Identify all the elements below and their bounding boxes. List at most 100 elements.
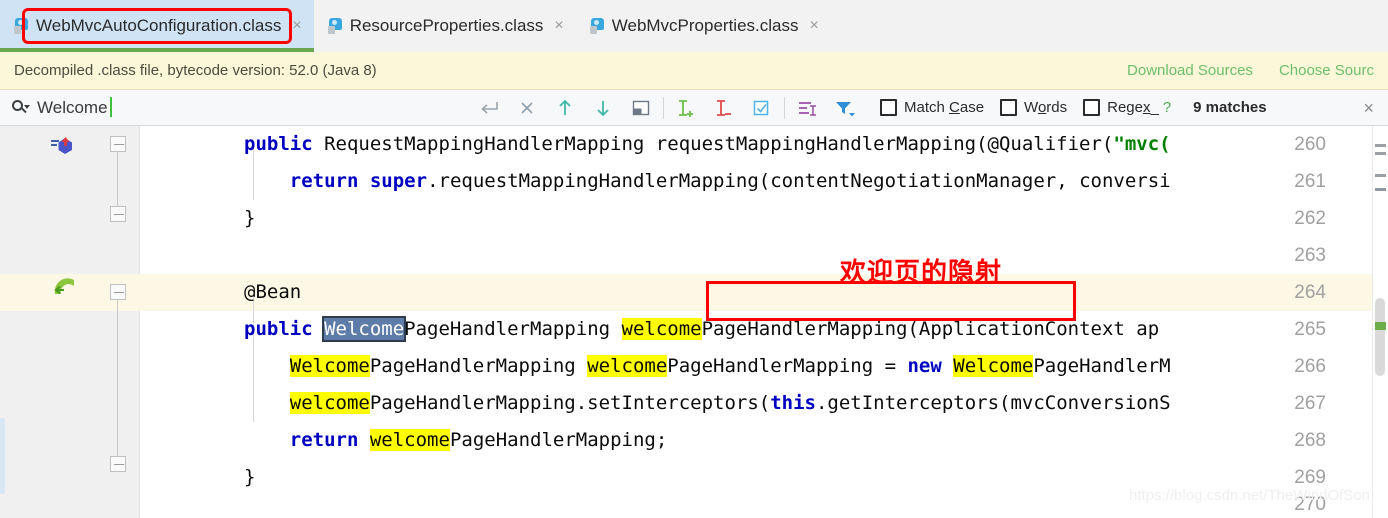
download-sources-link[interactable]: Download Sources (1127, 62, 1253, 79)
select-all-occurrences-icon[interactable] (743, 90, 781, 126)
code-line-261[interactable]: return super.requestMappingHandlerMappin… (244, 163, 1171, 200)
java-class-icon (14, 17, 29, 35)
java-class-icon (589, 17, 605, 35)
code-line-264[interactable]: @Bean (244, 274, 301, 311)
code-token: PageHandlerMapping.setInterceptors( (369, 392, 771, 414)
code-token: welcome (369, 429, 450, 451)
match-count-label: 9 matches (1193, 99, 1267, 116)
method-override-icon[interactable] (50, 134, 76, 156)
search-icon[interactable] (12, 99, 30, 116)
code-token: PageHandlerMapping; (449, 429, 668, 451)
find-previous-icon[interactable] (546, 90, 584, 126)
fold-marker-collapse[interactable] (110, 456, 126, 472)
code-line-269[interactable]: } (244, 459, 255, 496)
close-glyph (521, 101, 533, 114)
select-in-editor-icon[interactable] (622, 90, 660, 126)
code-token: PageHandlerMapping(ApplicationContext ap (701, 318, 1160, 340)
search-field-wrapper[interactable]: Welcome (0, 90, 470, 126)
stripe-marker[interactable] (1375, 144, 1386, 147)
code-line-260[interactable]: public RequestMappingHandlerMapping requ… (244, 126, 1171, 163)
tab-close-icon[interactable]: × (810, 17, 819, 35)
toolbar-separator (663, 96, 664, 119)
tab-webmvcproperties[interactable]: WebMvcProperties.class × (576, 0, 831, 52)
code-token: super (369, 170, 428, 192)
checkbox-box[interactable] (1000, 99, 1018, 116)
tab-webmvcautoconfiguration[interactable]: WebMvcAutoConfiguration.class × (0, 0, 314, 52)
editor-scrollbar-thumb[interactable] (1375, 298, 1385, 376)
clear-search-icon[interactable] (508, 90, 546, 126)
filter-icon[interactable] (826, 90, 864, 126)
code-token: Welcome (322, 316, 407, 342)
enter-glyph (481, 101, 498, 114)
stripe-marker[interactable] (1375, 188, 1386, 191)
find-in-selection-icon[interactable] (788, 90, 826, 126)
funnel-glyph (836, 101, 855, 116)
checkbox-multi-glyph (753, 100, 769, 115)
code-token: PageHandlerMapping = (667, 355, 908, 377)
code-token: .requestMappingHandlerMapping(contentNeg… (427, 170, 1171, 192)
stripe-marker[interactable] (1375, 152, 1386, 155)
find-toolbar: Welcome Match Case Words Regex_ ? 9 matc… (0, 90, 1388, 126)
search-input[interactable]: Welcome (37, 96, 112, 118)
notification-message: Decompiled .class file, bytecode version… (14, 62, 377, 79)
tab-resourceproperties[interactable]: ResourceProperties.class × (314, 0, 576, 52)
code-token: welcome (587, 355, 668, 377)
checkbox-box[interactable] (880, 99, 897, 116)
code-lines-area[interactable]: public RequestMappingHandlerMapping requ… (140, 126, 1388, 518)
code-token: Welcome (953, 355, 1034, 377)
tab-label: ResourceProperties.class (349, 16, 544, 35)
fold-line (117, 290, 118, 464)
match-case-checkbox[interactable]: Match Case (880, 99, 984, 116)
code-token: PageHandlerM (1033, 355, 1171, 377)
code-token: public (244, 318, 313, 340)
tab-close-icon[interactable]: × (554, 17, 563, 35)
fold-marker-collapse[interactable] (110, 136, 126, 152)
fold-marker-collapse[interactable] (110, 284, 126, 300)
code-line-266[interactable]: WelcomePageHandlerMapping welcomePageHan… (244, 348, 1171, 385)
code-token: } (244, 207, 256, 229)
code-editor[interactable]: 260 261 262 263 264 265 266 267 268 269 … (0, 126, 1388, 518)
enter-icon[interactable] (470, 90, 508, 126)
code-token: PageHandlerMapping (404, 318, 622, 340)
code-token: } (244, 466, 256, 488)
code-line-262[interactable]: } (244, 200, 255, 237)
spring-bean-glyph (54, 278, 74, 295)
ide-window: WebMvcAutoConfiguration.class × Resource… (0, 0, 1388, 518)
regex-checkbox[interactable]: Regex_ (1083, 99, 1159, 116)
stripe-marker-bean[interactable] (1375, 322, 1386, 330)
code-token: welcome (289, 392, 370, 414)
code-token: "mvc( (1113, 133, 1171, 155)
close-find-icon[interactable]: × (1363, 99, 1374, 117)
bean-icon[interactable] (52, 276, 76, 298)
code-token: RequestMappingHandlerMapping requestMapp… (312, 133, 1114, 155)
tab-label: WebMvcProperties.class (611, 16, 799, 35)
checkbox-box[interactable] (1083, 99, 1101, 116)
tab-label: WebMvcAutoConfiguration.class (36, 16, 282, 35)
code-line-268[interactable]: return welcomePageHandlerMapping; (244, 422, 667, 459)
code-token: return (289, 429, 359, 451)
choose-sources-link[interactable]: Choose Sourc (1279, 62, 1374, 79)
stripe-marker[interactable] (1375, 174, 1386, 177)
error-stripe-marker-strip[interactable] (1372, 126, 1388, 518)
editor-tab-bar: WebMvcAutoConfiguration.class × Resource… (0, 0, 1388, 52)
code-token: .getInterceptors(mvcConversionS (815, 392, 1171, 414)
code-folding-column[interactable] (110, 126, 140, 518)
add-occurrence-icon[interactable] (667, 90, 705, 126)
regex-help-icon[interactable]: ? (1163, 99, 1171, 116)
code-token: public (244, 133, 313, 155)
lines-caret-glyph (799, 101, 816, 116)
find-next-icon[interactable] (584, 90, 622, 126)
fold-marker-collapse[interactable] (110, 206, 126, 222)
code-line-265[interactable]: public WelcomePageHandlerMapping welcome… (244, 311, 1159, 348)
remove-occurrence-icon[interactable] (705, 90, 743, 126)
panel-glyph (632, 100, 650, 115)
toolbar-separator (784, 96, 785, 119)
tab-close-icon[interactable]: × (292, 17, 301, 35)
code-token: PageHandlerMapping (369, 355, 588, 377)
code-line-267[interactable]: welcomePageHandlerMapping.setInterceptor… (244, 385, 1171, 422)
words-checkbox[interactable]: Words (1000, 99, 1067, 116)
